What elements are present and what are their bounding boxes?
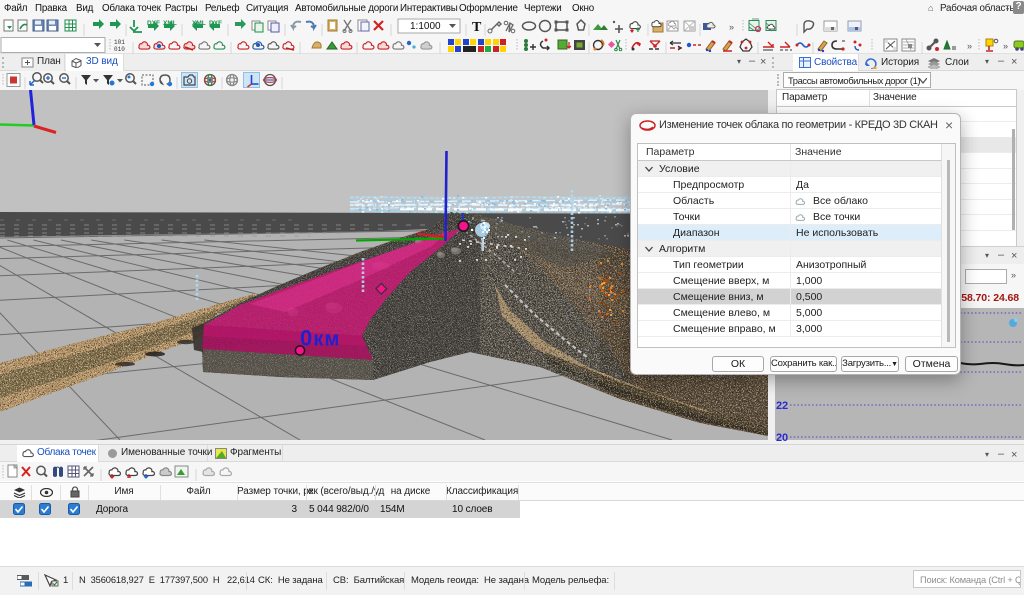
svg-text:0км: 0км xyxy=(300,326,340,351)
svg-text:22: 22 xyxy=(776,400,788,412)
svg-text:»: » xyxy=(729,22,734,32)
svg-text:T: T xyxy=(472,20,482,35)
svg-text:»: » xyxy=(967,41,972,51)
svg-text:1:1000: 1:1000 xyxy=(410,21,441,32)
svg-text:101: 101 xyxy=(114,39,125,46)
svg-text:010: 010 xyxy=(114,46,125,53)
svg-text:»: » xyxy=(1003,41,1008,51)
svg-text:20: 20 xyxy=(776,432,788,444)
